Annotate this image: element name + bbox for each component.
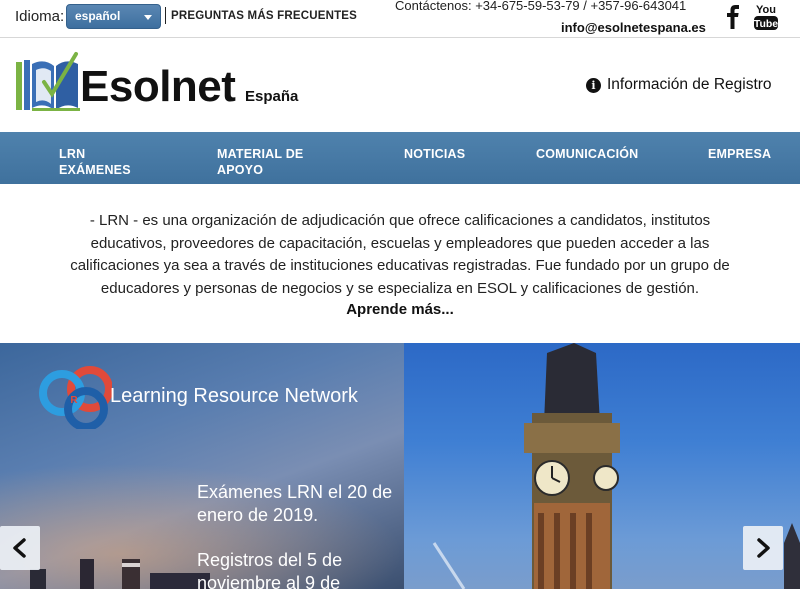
nav-item-label: MATERIAL DE xyxy=(217,147,304,161)
logo-subtitle: España xyxy=(245,88,299,105)
facebook-icon[interactable] xyxy=(724,5,742,29)
slide-caption: Exámenes LRN el 20 de enero de 2019. Reg… xyxy=(197,481,402,589)
email-link[interactable]: info@esolnetespana.es xyxy=(561,20,706,35)
lrn-logo-icon: R xyxy=(39,366,112,429)
nav-item-material-de-apoyo[interactable]: MATERIAL DE APOYO xyxy=(217,146,303,178)
lrn-logo-letter: R xyxy=(70,395,78,406)
nav-item-label: EXÁMENES xyxy=(59,163,131,177)
nav-item-label: COMUNICACIÓN xyxy=(536,147,639,161)
site-header: Esolnet España i Información de Registro xyxy=(0,38,800,132)
faq-link[interactable]: PREGUNTAS MÁS FRECUENTES xyxy=(171,10,357,22)
language-select[interactable]: español xyxy=(66,4,161,29)
nav-item-label: NOTICIAS xyxy=(404,147,466,161)
slide-right-image xyxy=(404,343,800,589)
top-bar: Idioma: español PREGUNTAS MÁS FRECUENTES… xyxy=(0,0,800,38)
intro-paragraph: - LRN - es una organización de adjudicac… xyxy=(70,212,730,297)
logo-book-icon[interactable] xyxy=(14,48,90,114)
nav-item-noticias[interactable]: NOTICIAS xyxy=(404,146,465,162)
big-ben-image xyxy=(432,343,800,589)
info-icon: i xyxy=(586,77,601,93)
language-selected-value: español xyxy=(75,9,121,23)
divider xyxy=(165,7,166,24)
slider-next-button[interactable] xyxy=(743,526,783,570)
hero-slider: R Learning Resource Network Exámenes LRN… xyxy=(0,343,800,589)
slide-title: Learning Resource Network xyxy=(110,385,358,407)
nav-item-label: LRN xyxy=(59,147,86,161)
chevron-right-icon xyxy=(757,538,770,558)
contact-phones: Contáctenos: +34-675-59-53-79 / +357-96-… xyxy=(395,0,687,13)
logo-text[interactable]: Esolnet xyxy=(80,62,236,112)
nav-item-label: EMPRESA xyxy=(708,147,772,161)
slide-caption-line: Exámenes LRN el 20 de enero de 2019. xyxy=(197,482,393,525)
nav-item-empresa[interactable]: EMPRESA xyxy=(708,146,771,162)
slide-caption-line: Registros del 5 de noviembre al 9 de xyxy=(197,550,343,589)
main-nav: LRN EXÁMENES MATERIAL DE APOYO NOTICIAS … xyxy=(0,132,800,184)
chevron-down-icon xyxy=(144,15,152,20)
youtube-icon[interactable]: You Tube xyxy=(753,3,779,31)
slide-left-image: R Learning Resource Network Exámenes LRN… xyxy=(0,343,404,589)
registration-info-label: Información de Registro xyxy=(607,76,772,93)
language-label: Idioma: xyxy=(15,8,65,25)
nav-item-label: APOYO xyxy=(217,163,264,177)
slider-prev-button[interactable] xyxy=(0,526,40,570)
nav-item-lrn-examenes[interactable]: LRN EXÁMENES xyxy=(59,146,131,178)
chevron-left-icon xyxy=(13,538,26,558)
registration-info-link[interactable]: i Información de Registro xyxy=(586,76,772,94)
youtube-text-bottom: Tube xyxy=(754,18,778,30)
learn-more-link[interactable]: Aprende más... xyxy=(0,301,800,318)
nav-item-comunicacion[interactable]: COMUNICACIÓN xyxy=(536,146,638,162)
youtube-text-top: You xyxy=(756,4,776,16)
